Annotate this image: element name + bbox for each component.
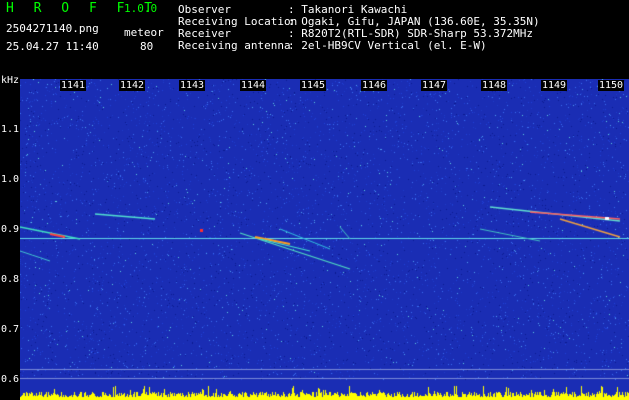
freq-tick: 0.8 — [1, 274, 20, 285]
antenna-value: : 2el-HB9CV Vertical (el. E-W) — [288, 39, 487, 52]
spectrogram — [20, 79, 629, 400]
file-name: 2504271140.png — [6, 22, 99, 35]
time-tick: 1148 — [481, 80, 508, 91]
time-tick: 1144 — [240, 80, 267, 91]
freq-tick: 1.1 — [1, 124, 20, 135]
time-tick: 1146 — [361, 80, 388, 91]
time-tick: 1147 — [421, 80, 448, 91]
app-version: 1.0.0 — [124, 2, 158, 15]
capture-datetime: 25.04.27 11:40 — [6, 40, 99, 53]
observer-label: Observer — [178, 3, 231, 16]
location-label: Receiving Location — [178, 15, 298, 28]
receiver-label: Receiver — [178, 27, 231, 40]
frequency-unit: kHz — [1, 75, 20, 86]
time-tick: 1149 — [541, 80, 568, 91]
receiver-value: : R820T2(RTL-SDR) SDR-Sharp 53.372MHz — [288, 27, 534, 40]
time-tick: 1145 — [300, 80, 327, 91]
time-tick: 1142 — [119, 80, 146, 91]
observer-value: : Takanori Kawachi — [288, 3, 408, 16]
freq-tick: 0.7 — [1, 324, 20, 335]
meteor-label: meteor — [124, 26, 164, 39]
time-tick: 1141 — [60, 80, 87, 91]
freq-tick: 0.9 — [1, 224, 20, 235]
freq-tick: 0.6 — [1, 374, 20, 385]
meteor-count: 80 — [140, 40, 154, 53]
antenna-label: Receiving antenna — [178, 39, 291, 52]
time-tick: 1150 — [598, 80, 625, 91]
time-tick: 1143 — [179, 80, 206, 91]
header-panel: H R O F F T 1.0.0 2504271140.png meteor … — [0, 0, 629, 78]
freq-tick: 1.0 — [1, 174, 20, 185]
location-value: : Ogaki, Gifu, JAPAN (136.60E, 35.35N) — [288, 15, 540, 28]
